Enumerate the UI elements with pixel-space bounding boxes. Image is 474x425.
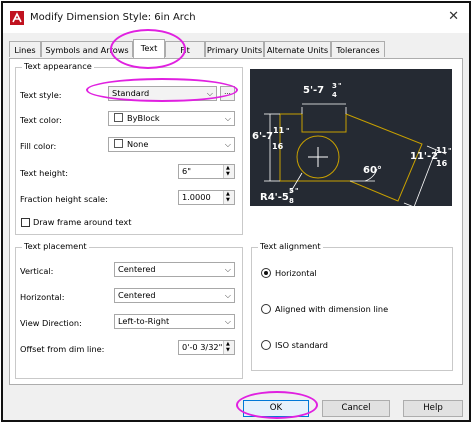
horizontal-label: Horizontal: <box>20 292 65 302</box>
text-color-value: ByBlock <box>127 113 160 123</box>
dim-angle: 60° <box>363 165 382 176</box>
fill-color-select[interactable]: None ⌵ <box>108 137 235 152</box>
draw-frame-checkbox[interactable] <box>21 218 30 227</box>
chevron-down-icon: ⌵ <box>224 291 231 300</box>
color-swatch <box>114 139 123 148</box>
horizontal-radio[interactable] <box>261 268 271 278</box>
text-appearance-title: Text appearance <box>22 61 94 71</box>
iso-standard-radio-label[interactable]: ISO standard <box>275 340 328 350</box>
dim-radius-main: R4'-5 <box>260 192 289 203</box>
autocad-app-icon <box>10 11 24 25</box>
close-icon[interactable]: ✕ <box>448 9 459 24</box>
spinner-buttons[interactable]: ▲ ▼ <box>223 341 234 354</box>
chevron-down-icon: ⌵ <box>224 317 231 326</box>
fraction-height-input[interactable]: 1.0000 ▲ ▼ <box>178 190 235 205</box>
dim-radius-num: 5 <box>289 187 294 195</box>
text-color-select[interactable]: ByBlock ⌵ <box>108 111 235 126</box>
dim-top-main: 5'-7 <box>303 85 324 96</box>
text-height-label: Text height: <box>20 168 69 178</box>
window-title: Modify Dimension Style: 6in Arch <box>30 12 196 23</box>
text-color-label: Text color: <box>20 115 62 125</box>
dialog-window: Modify Dimension Style: 6in Arch ✕ Lines… <box>1 1 471 422</box>
dim-left-main: 6'-7 <box>252 131 273 142</box>
tab-tolerances[interactable]: Tolerances <box>331 41 385 57</box>
dim-radius-suffix: " <box>295 187 299 195</box>
dim-left-den: 16 <box>272 142 284 151</box>
dim-top-num: 3 <box>332 82 337 90</box>
spinner-buttons[interactable]: ▲ ▼ <box>223 165 234 178</box>
text-tab-panel: Text appearance Text style: Standard ⌵ .… <box>9 58 463 385</box>
spin-down-icon[interactable]: ▼ <box>226 172 230 177</box>
tab-strip: Lines Symbols and Arrows Text Fit Primar… <box>9 39 469 59</box>
offset-value: 0'-0 3/32" <box>182 342 223 352</box>
dim-top-den: 4 <box>332 91 337 99</box>
view-direction-select[interactable]: Left-to-Right ⌵ <box>114 314 235 329</box>
tab-primary-units[interactable]: Primary Units <box>205 41 264 57</box>
text-height-input[interactable]: 6" ▲ ▼ <box>178 164 235 179</box>
draw-frame-label[interactable]: Draw frame around text <box>33 217 131 227</box>
vertical-select[interactable]: Centered ⌵ <box>114 262 235 277</box>
cancel-button[interactable]: Cancel <box>322 400 390 417</box>
ok-button[interactable]: OK <box>243 400 309 417</box>
color-swatch <box>114 113 123 122</box>
tab-text[interactable]: Text <box>133 39 165 58</box>
text-placement-title: Text placement <box>22 241 89 251</box>
aligned-radio[interactable] <box>261 304 271 314</box>
chevron-down-icon: ⌵ <box>224 265 231 274</box>
text-style-label: Text style: <box>20 90 62 100</box>
horizontal-radio-label[interactable]: Horizontal <box>275 268 317 278</box>
text-alignment-group: Text alignment Horizontal Aligned with d… <box>251 241 453 371</box>
dim-right-main: 11'-2 <box>410 151 438 162</box>
view-direction-label: View Direction: <box>20 318 82 328</box>
text-style-select[interactable]: Standard ⌵ <box>108 86 217 101</box>
text-placement-group: Text placement Vertical: Centered ⌵ Hori… <box>15 241 243 379</box>
fraction-height-value: 1.0000 <box>182 192 211 202</box>
spinner-buttons[interactable]: ▲ ▼ <box>223 191 234 204</box>
dim-radius-den: 8 <box>289 197 294 205</box>
spin-down-icon[interactable]: ▼ <box>226 348 230 353</box>
aligned-radio-label[interactable]: Aligned with dimension line <box>275 304 388 314</box>
vertical-label: Vertical: <box>20 266 54 276</box>
text-style-browse-button[interactable]: ... <box>220 86 235 101</box>
chevron-down-icon: ⌵ <box>224 114 231 123</box>
iso-standard-radio[interactable] <box>261 340 271 350</box>
title-bar: Modify Dimension Style: 6in Arch ✕ <box>3 3 469 33</box>
fraction-height-label: Fraction height scale: <box>20 194 108 204</box>
fill-color-label: Fill color: <box>20 141 57 151</box>
tab-symbols-and-arrows[interactable]: Symbols and Arrows <box>41 41 133 57</box>
tab-fit[interactable]: Fit <box>165 41 205 57</box>
view-direction-value: Left-to-Right <box>118 316 170 326</box>
text-style-value: Standard <box>112 88 150 98</box>
dim-top-suffix: " <box>338 82 342 90</box>
offset-input[interactable]: 0'-0 3/32" ▲ ▼ <box>178 340 235 355</box>
text-appearance-group: Text appearance Text style: Standard ⌵ .… <box>15 61 243 235</box>
dim-right-num: 11 <box>436 146 448 155</box>
tab-lines[interactable]: Lines <box>9 41 41 57</box>
text-alignment-title: Text alignment <box>258 241 323 251</box>
dim-right-suffix: " <box>448 147 452 155</box>
offset-label: Offset from dim line: <box>20 344 105 354</box>
fill-color-value: None <box>127 139 149 149</box>
vertical-value: Centered <box>118 264 156 274</box>
horizontal-value: Centered <box>118 290 156 300</box>
dim-left-num: 11 <box>273 126 285 135</box>
text-height-value: 6" <box>182 166 191 176</box>
dimension-preview: 5'-7 3 4 " 6'-7 11 16 " 11'-2 11 16 " 60… <box>250 69 452 206</box>
dim-right-den: 16 <box>436 159 448 168</box>
horizontal-select[interactable]: Centered ⌵ <box>114 288 235 303</box>
tab-alternate-units[interactable]: Alternate Units <box>264 41 331 57</box>
help-button[interactable]: Help <box>403 400 463 417</box>
chevron-down-icon: ⌵ <box>206 89 213 98</box>
dim-left-suffix: " <box>286 127 290 135</box>
spin-down-icon[interactable]: ▼ <box>226 198 230 203</box>
chevron-down-icon: ⌵ <box>224 140 231 149</box>
